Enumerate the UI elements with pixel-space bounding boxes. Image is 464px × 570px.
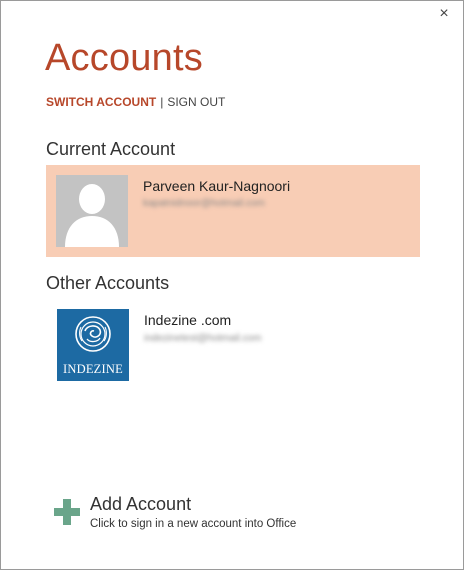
account-actions: SWITCH ACCOUNT | SIGN OUT bbox=[46, 95, 225, 109]
default-user-avatar-icon bbox=[56, 175, 128, 247]
other-accounts-heading: Other Accounts bbox=[46, 273, 170, 293]
add-account-description: Click to sign in a new account into Offi… bbox=[90, 518, 297, 530]
current-account-name: Parveen Kaur-Nagnoori bbox=[143, 178, 291, 194]
close-icon[interactable]: × bbox=[439, 5, 448, 22]
add-account-label: Add Account bbox=[90, 494, 192, 514]
other-account-item[interactable]: INDEZINE Indezine .com indezinetest@hotm… bbox=[46, 301, 420, 387]
plus-icon bbox=[54, 499, 80, 525]
logo-text: INDEZINE bbox=[63, 362, 123, 376]
indezine-logo: INDEZINE bbox=[57, 309, 129, 381]
add-account-button[interactable]: Add Account Click to sign in a new accou… bbox=[53, 494, 353, 534]
user-silhouette-icon bbox=[56, 175, 128, 247]
other-account-email: indezinetest@hotmail.com bbox=[144, 333, 262, 344]
other-account-name: Indezine .com bbox=[144, 312, 232, 328]
accounts-dialog: × Accounts SWITCH ACCOUNT | SIGN OUT Curre… bbox=[0, 0, 464, 570]
switch-account-link[interactable]: SWITCH ACCOUNT bbox=[46, 95, 156, 109]
sign-out-link[interactable]: SIGN OUT bbox=[167, 95, 225, 109]
current-account-card[interactable]: Parveen Kaur-Nagnoori kapatnidnoor@hotma… bbox=[46, 165, 420, 257]
current-account-heading: Current Account bbox=[46, 139, 176, 159]
page-title: Accounts bbox=[45, 37, 203, 79]
current-account-email: kapatnidnoor@hotmail.com bbox=[143, 198, 265, 209]
actions-separator: | bbox=[160, 95, 164, 109]
close-button[interactable]: × bbox=[435, 5, 453, 23]
